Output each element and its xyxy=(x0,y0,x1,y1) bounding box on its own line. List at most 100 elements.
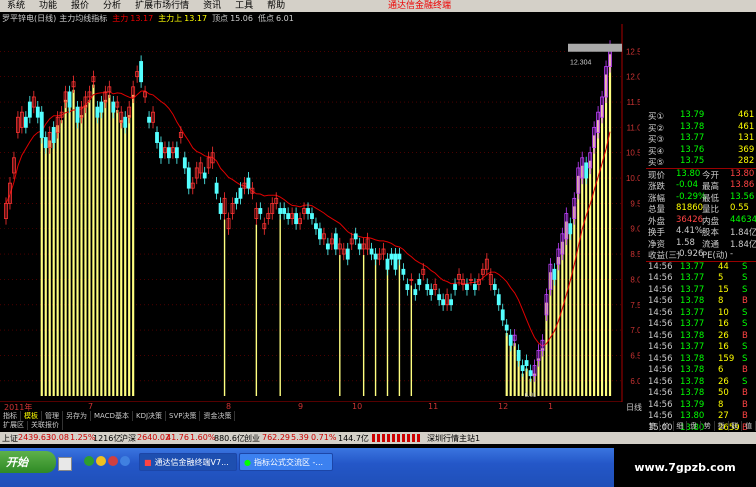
candle-body xyxy=(318,228,322,240)
low-marker: 6.01 xyxy=(525,393,537,399)
start-label: 开始 xyxy=(6,456,28,469)
quicklaunch-folder-icon[interactable] xyxy=(96,456,106,466)
tick-row[interactable]: 14:56 13.78 26 B xyxy=(646,331,756,343)
bid-volume: 461 xyxy=(738,121,755,132)
rtab-bi[interactable]: 笔 xyxy=(646,421,660,431)
tab-svp[interactable]: SVP决策 xyxy=(166,411,201,421)
info-label2: 最低 xyxy=(702,193,720,204)
date-label: 9 xyxy=(298,402,304,411)
quicklaunch-app-icon[interactable] xyxy=(120,456,130,466)
bid-row[interactable]: 买③ 13.77 131 xyxy=(646,133,756,145)
tick-price: 13.77 xyxy=(680,319,705,329)
candle-body xyxy=(393,253,398,270)
tick-row[interactable]: 14:56 13.77 15 S xyxy=(646,285,756,297)
y-tick-label: 11.00 xyxy=(627,123,640,132)
tab-ext-area[interactable]: 扩展区 xyxy=(0,421,28,430)
desktop-icon[interactable] xyxy=(58,457,72,471)
rtab-zhi2[interactable]: 值 xyxy=(742,421,756,431)
tick-row[interactable]: 14:56 13.77 16 S xyxy=(646,342,756,354)
tick-row[interactable]: 14:56 13.77 44 S xyxy=(646,262,756,274)
menu-tools[interactable]: 工具 xyxy=(228,0,260,12)
candle-body xyxy=(310,213,314,220)
info-value: -0.926 xyxy=(676,249,704,259)
info-value2: 13.86 xyxy=(730,180,755,190)
rtab-pan[interactable]: 盘 xyxy=(687,421,701,431)
candle-body xyxy=(95,106,100,118)
rtab-zhi[interactable]: 指 xyxy=(715,421,729,431)
info-row[interactable]: 涨跌 -0.04 最高 13.86 xyxy=(646,180,756,192)
info-value2: 0.55 xyxy=(730,203,749,213)
info-value2: 13.80 xyxy=(730,168,755,179)
menu-ext-market[interactable]: 扩展市场行情 xyxy=(128,0,196,12)
candle-body xyxy=(528,370,533,377)
tick-row[interactable]: 14:56 13.77 10 S xyxy=(646,308,756,320)
quote-panel-tabs: 笔 价 细 盘 势 指 联 值 xyxy=(646,421,756,431)
info-value: 81860 xyxy=(676,203,704,213)
candle-body xyxy=(353,233,358,240)
indicator-name[interactable]: 主力均线指标 xyxy=(59,13,107,24)
task-forum[interactable]: ● 指标公式交流区 -... xyxy=(239,453,333,471)
quicklaunch-ie-icon[interactable] xyxy=(84,456,94,466)
info-row[interactable]: 收益(三) -0.926 PE(动) - xyxy=(646,249,756,261)
tick-row[interactable]: 14:56 13.78 26 S xyxy=(646,377,756,389)
menu-news[interactable]: 资讯 xyxy=(196,0,228,12)
rtab-lian[interactable]: 联 xyxy=(729,421,743,431)
bid-row[interactable]: 买① 13.79 461 xyxy=(646,110,756,122)
y-tick-label: 6.50 xyxy=(630,351,640,360)
menu-system[interactable]: 系统 xyxy=(0,0,32,12)
candle-body xyxy=(174,147,179,159)
menu-bar: 系统 功能 报价 分析 扩展市场行情 资讯 工具 帮助 通达信金融终端 xyxy=(0,0,756,12)
task-tdx[interactable]: ■ 通达信金融终端V7... xyxy=(139,453,237,471)
tick-row[interactable]: 14:56 13.78 8 B xyxy=(646,296,756,308)
y-tick-label: 6.00 xyxy=(630,377,640,386)
y-tick-label: 8.50 xyxy=(630,250,640,259)
candle-body xyxy=(51,126,56,143)
server-name[interactable]: 深圳行情主站1 xyxy=(427,433,480,444)
market-status-bar: 上证 2439.63 30.08 1.25% 1216亿 沪深 2640.02 … xyxy=(0,432,756,444)
tick-row[interactable]: 14:56 13.77 16 S xyxy=(646,319,756,331)
candle-body xyxy=(429,289,434,296)
info-row[interactable]: 净资 1.58 流通 1.84亿 xyxy=(646,238,756,250)
tab-indicator[interactable]: 指标 xyxy=(0,411,21,421)
candle-body xyxy=(373,253,378,260)
bid-row[interactable]: 买② 13.78 461 xyxy=(646,122,756,134)
info-row[interactable]: 总量 81860 量比 0.55 xyxy=(646,203,756,215)
menu-quote[interactable]: 报价 xyxy=(64,0,96,12)
tick-row[interactable]: 14:56 13.78 50 B xyxy=(646,388,756,400)
tick-row[interactable]: 14:56 13.79 8 B xyxy=(646,400,756,412)
tick-time: 14:56 xyxy=(648,342,673,352)
start-button[interactable]: 开始 xyxy=(0,451,56,473)
rtab-xi[interactable]: 细 xyxy=(674,421,688,431)
candle-body xyxy=(155,132,159,143)
tab-save-as[interactable]: 另存为 xyxy=(63,411,91,421)
bid-row[interactable]: 买⑤ 13.75 282 xyxy=(646,156,756,168)
menu-analysis[interactable]: 分析 xyxy=(96,0,128,12)
kline-svg[interactable]: 12.50 12.00 11.50 11.00 10.50 10.00 9.50 9.00 8.… xyxy=(0,24,640,402)
tab-fund[interactable]: 资金决策 xyxy=(200,411,236,421)
rtab-shi[interactable]: 势 xyxy=(701,421,715,431)
menu-function[interactable]: 功能 xyxy=(32,0,64,12)
tab-kdj[interactable]: KDJ决策 xyxy=(133,411,167,421)
info-row[interactable]: 外盘 36426 内盘 44634 xyxy=(646,215,756,227)
kline-chart[interactable]: 12.50 12.00 11.50 11.00 10.50 10.00 9.50 9.00 8.… xyxy=(0,24,640,402)
info-row[interactable]: 换手 4.41% 股本 1.84亿 xyxy=(646,226,756,238)
tab-macd[interactable]: MACD基本 xyxy=(91,411,133,421)
info-row[interactable]: 涨幅 -0.29% 最低 13.56 xyxy=(646,192,756,204)
tab-related-quote[interactable]: 关联报价 xyxy=(28,421,63,430)
quicklaunch-media-icon[interactable] xyxy=(108,456,118,466)
bid-row[interactable]: 买④ 13.76 369 xyxy=(646,145,756,157)
rtab-jia[interactable]: 价 xyxy=(660,421,674,431)
tick-direction: B xyxy=(742,365,748,375)
tab-template[interactable]: 模板 xyxy=(21,411,42,421)
info-row[interactable]: 现价 13.80 今开 13.80 xyxy=(646,169,756,181)
tick-row[interactable]: 14:56 13.77 5 S xyxy=(646,273,756,285)
tick-row[interactable]: 14:56 13.78 6 B xyxy=(646,365,756,377)
tick-row[interactable]: 14:56 13.78 159 S xyxy=(646,354,756,366)
menu-help[interactable]: 帮助 xyxy=(260,0,292,12)
cy-label: 创业 xyxy=(244,434,260,443)
tab-manage[interactable]: 管理 xyxy=(42,411,63,421)
info-value: 36426 xyxy=(676,214,704,225)
cy-percent: 0.71% xyxy=(311,433,337,442)
period-label[interactable]: 日线 xyxy=(626,402,646,412)
tick-direction: S xyxy=(742,284,748,295)
